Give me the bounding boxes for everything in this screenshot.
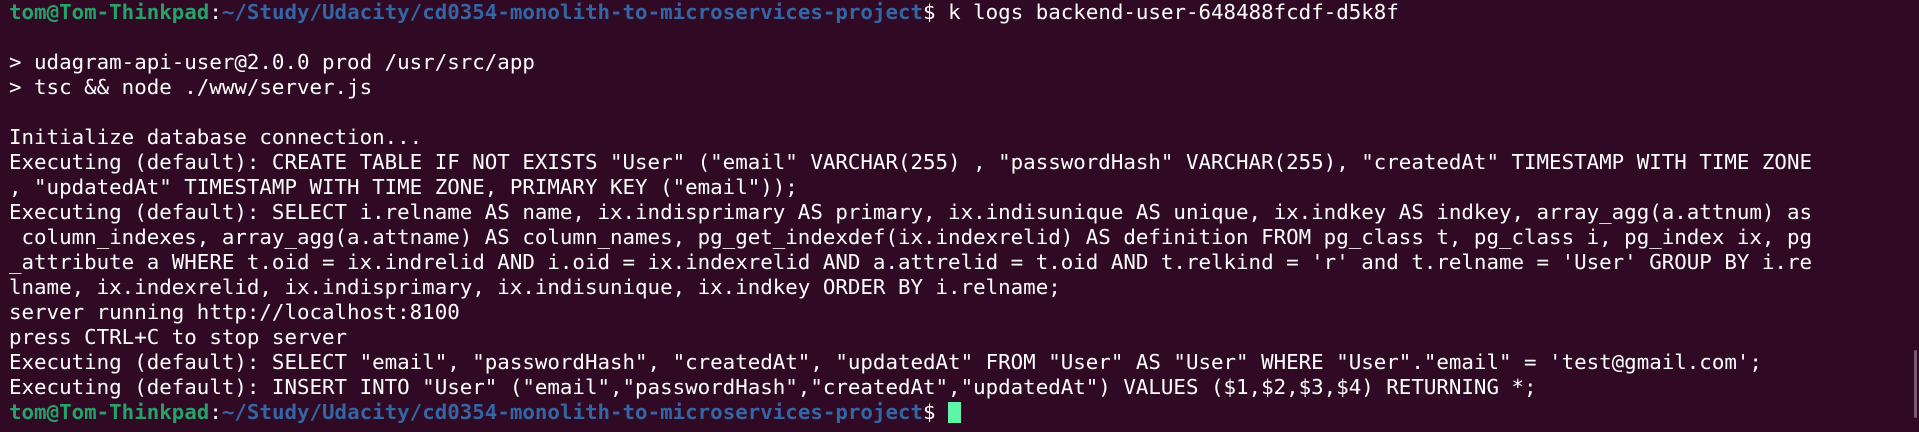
prompt-path: ~/Study/Udacity/cd0354-monolith-to-micro…: [221, 0, 924, 24]
prompt-user-host: tom@Tom-Thinkpad: [9, 400, 210, 424]
output-line: Executing (default): INSERT INTO "User" …: [9, 375, 1537, 399]
output-line: Executing (default): SELECT i.relname AS…: [9, 200, 1812, 224]
prompt-dollar: $: [923, 0, 936, 24]
prompt-dollar: $: [923, 400, 936, 424]
output-line: lname, ix.indexrelid, ix.indisprimary, i…: [9, 275, 1061, 299]
prompt-path: ~/Study/Udacity/cd0354-monolith-to-micro…: [221, 400, 924, 424]
output-line: , "updatedAt" TIMESTAMP WITH TIME ZONE, …: [9, 175, 798, 199]
output-line: column_indexes, array_agg(a.attname) AS …: [9, 225, 1812, 249]
output-line: Executing (default): SELECT "email", "pa…: [9, 350, 1762, 374]
scrollbar-thumb[interactable]: [1914, 350, 1917, 418]
output-line: > udagram-api-user@2.0.0 prod /usr/src/a…: [9, 50, 535, 74]
command-prompt-line: tom@Tom-Thinkpad:~/Study/Udacity/cd0354-…: [9, 0, 1919, 25]
current-prompt-line[interactable]: tom@Tom-Thinkpad:~/Study/Udacity/cd0354-…: [9, 400, 1919, 425]
prompt-colon: :: [209, 0, 222, 24]
output-line: press CTRL+C to stop server: [9, 325, 348, 349]
output-line: Executing (default): CREATE TABLE IF NOT…: [9, 150, 1812, 174]
prompt-user-host: tom@Tom-Thinkpad: [9, 0, 210, 24]
terminal-window[interactable]: tom@Tom-Thinkpad:~/Study/Udacity/cd0354-…: [0, 0, 1919, 432]
output-line: server running http://localhost:8100: [9, 300, 460, 324]
output-line: > tsc && node ./www/server.js: [9, 75, 373, 99]
command-text: k logs backend-user-648488fcdf-d5k8f: [935, 0, 1399, 24]
output-line: Initialize database connection...: [9, 125, 423, 149]
output-line: _attribute a WHERE t.oid = ix.indrelid A…: [9, 250, 1812, 274]
prompt-colon: :: [209, 400, 222, 424]
text-cursor: [948, 402, 962, 423]
